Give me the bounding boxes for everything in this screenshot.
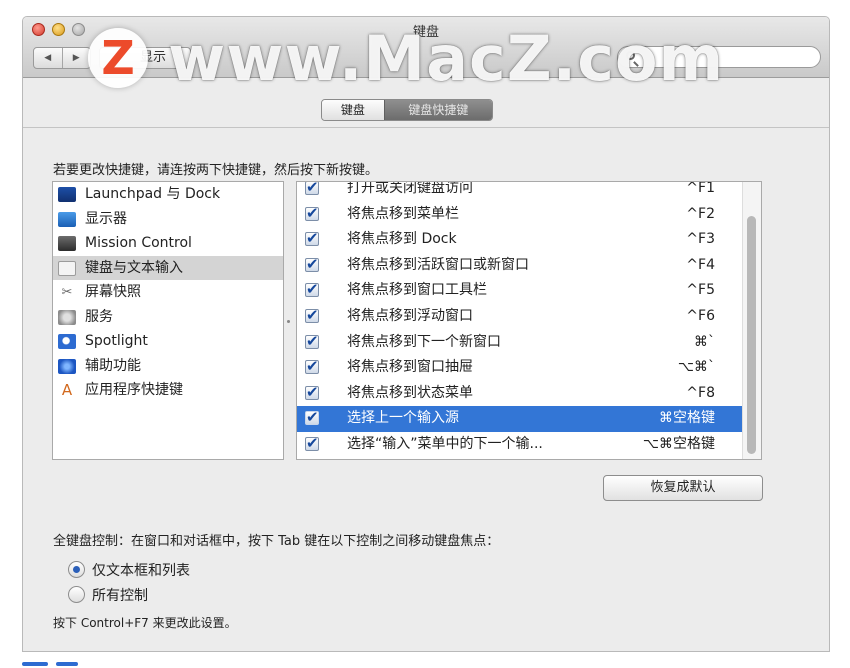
shortcut-checkbox[interactable]	[305, 277, 319, 303]
shortcut-checkbox[interactable]	[305, 329, 319, 354]
services-gear-icon	[58, 309, 76, 325]
restore-defaults-button[interactable]: 恢复成默认	[603, 475, 763, 501]
back-forward-buttons: ◀ ▶	[33, 47, 91, 69]
watermark-text: www.MacZ.com	[168, 22, 725, 95]
shortcut-checkbox[interactable]	[305, 431, 319, 457]
shortcut-label: 将焦点移到 Dock	[347, 231, 457, 248]
shortcut-checkbox[interactable]	[305, 303, 319, 329]
shortcut-key[interactable]: ^F4	[686, 253, 715, 279]
cropped-caption-fragment	[8, 658, 98, 668]
shortcut-row[interactable]: 将焦点移到活跃窗口或新窗口 ^F4	[297, 252, 743, 279]
shortcut-checkbox[interactable]	[305, 354, 319, 380]
shortcut-row[interactable]: 将焦点移到菜单栏 ^F2	[297, 201, 743, 228]
radio-all-controls[interactable]	[68, 586, 85, 603]
back-button[interactable]: ◀	[34, 48, 62, 68]
shortcut-key[interactable]: ^F5	[686, 278, 715, 304]
shortcut-key[interactable]: ⌘空格键	[659, 406, 715, 432]
launchpad-dock-icon	[58, 187, 76, 202]
vertical-scrollbar[interactable]	[742, 182, 761, 459]
shortcut-key[interactable]: ^F1	[686, 182, 715, 202]
shortcut-key[interactable]: ^F6	[686, 304, 715, 330]
shortcut-row[interactable]: 将焦点移到窗口工具栏 ^F5	[297, 277, 743, 304]
shortcut-label: 将焦点移到菜单栏	[347, 205, 459, 222]
category-item-keyboard-text-input[interactable]: 键盘与文本输入	[53, 255, 283, 280]
shortcut-row[interactable]: 将焦点移到窗口抽屉 ⌥⌘`	[297, 354, 743, 381]
category-label: 屏幕快照	[85, 284, 141, 300]
tab-keyboard-shortcuts[interactable]: 键盘快捷键	[383, 100, 492, 120]
shortcut-label: 将焦点移到活跃窗口或新窗口	[347, 256, 529, 273]
shortcut-checkbox[interactable]	[305, 201, 319, 226]
shortcut-key[interactable]: ⌥⌘`	[678, 355, 715, 381]
shortcut-key[interactable]: ^F8	[686, 381, 715, 407]
category-label: Launchpad 与 Dock	[85, 186, 221, 202]
radio-text-boxes-lists[interactable]	[68, 561, 85, 578]
category-item-display[interactable]: 显示器	[53, 207, 283, 232]
shortcut-checkbox[interactable]	[305, 226, 319, 252]
shortcut-label: 将焦点移到下一个新窗口	[347, 333, 501, 350]
category-item-app-shortcuts[interactable]: A 应用程序快捷键	[53, 378, 283, 403]
shortcut-label: 打开或关闭键盘访问	[347, 181, 473, 196]
shortcut-row[interactable]: 将焦点移到浮动窗口 ^F6	[297, 303, 743, 330]
full-keyboard-access-label: 全键盘控制：在窗口和对话框中，按下 Tab 键在以下控制之间移动键盘焦点：	[53, 534, 500, 549]
shortcut-rows: 打开或关闭键盘访问 ^F1 将焦点移到菜单栏 ^F2 将焦点移到 Dock ^F3 将…	[297, 181, 743, 458]
category-item-launchpad-dock[interactable]: Launchpad 与 Dock	[53, 182, 283, 207]
shortcut-label: 将焦点移到状态菜单	[347, 384, 473, 401]
shortcut-row[interactable]: 将焦点移到 Dock ^F3	[297, 226, 743, 253]
scrollbar-thumb[interactable]	[747, 216, 756, 454]
category-item-mission-control[interactable]: Mission Control	[53, 231, 283, 256]
macz-logo-icon: Z	[88, 28, 148, 88]
category-label: 显示器	[85, 210, 127, 227]
shortcut-row[interactable]: 选择“输入”菜单中的下一个输... ⌥⌘空格键	[297, 431, 743, 458]
shortcut-label: 将焦点移到窗口抽屉	[347, 359, 473, 376]
category-label: 应用程序快捷键	[85, 382, 183, 398]
screenshot-icon: ✂	[61, 285, 73, 300]
shortcut-row[interactable]: 打开或关闭键盘访问 ^F1	[297, 181, 743, 202]
shortcut-checkbox[interactable]	[305, 252, 319, 277]
shortcut-label: 将焦点移到浮动窗口	[347, 307, 473, 324]
shortcut-key[interactable]: ⌘`	[694, 330, 715, 356]
keyboard-icon	[58, 260, 76, 276]
app-shortcuts-icon: A	[61, 381, 73, 399]
shortcut-checkbox[interactable]	[305, 405, 319, 431]
category-label: 键盘与文本输入	[85, 259, 183, 276]
spotlight-icon	[58, 334, 76, 349]
shortcut-row[interactable]: 将焦点移到下一个新窗口 ⌘`	[297, 329, 743, 356]
shortcut-list: 打开或关闭键盘访问 ^F1 将焦点移到菜单栏 ^F2 将焦点移到 Dock ^F3 将…	[296, 181, 762, 460]
shortcut-key[interactable]: ⌥⌘空格键	[643, 432, 715, 458]
accessibility-icon	[58, 358, 76, 374]
category-label: Mission Control	[85, 235, 192, 251]
shortcut-row-selected[interactable]: 选择上一个输入源 ⌘空格键	[297, 405, 743, 432]
shortcut-checkbox[interactable]	[305, 182, 319, 201]
logo-letter: Z	[101, 31, 135, 85]
display-icon	[58, 211, 76, 227]
shortcut-label: 选择“输入”菜单中的下一个输...	[347, 435, 543, 452]
shortcut-key[interactable]: ^F3	[686, 227, 715, 253]
mission-control-icon	[58, 236, 76, 251]
category-label: Spotlight	[85, 333, 148, 349]
category-label: 辅助功能	[85, 357, 141, 374]
shortcut-label: 选择上一个输入源	[347, 410, 459, 427]
split-resize-handle[interactable]	[287, 320, 290, 323]
radio-label-text-boxes-lists[interactable]: 仅文本框和列表	[92, 560, 190, 580]
category-label: 服务	[85, 308, 113, 325]
category-item-services[interactable]: 服务	[53, 305, 283, 330]
instruction-text: 若要更改快捷键，请连按两下快捷键，然后按下新按键。	[53, 163, 379, 178]
category-item-accessibility[interactable]: 辅助功能	[53, 354, 283, 379]
shortcut-key[interactable]: ^F2	[686, 202, 715, 228]
shortcut-checkbox[interactable]	[305, 380, 319, 405]
category-item-screenshots[interactable]: ✂ 屏幕快照	[53, 280, 283, 305]
tab-keyboard[interactable]: 键盘	[322, 100, 384, 120]
forward-button[interactable]: ▶	[61, 48, 91, 68]
tab-bar: 键盘 键盘快捷键	[321, 99, 493, 121]
hint-text: 按下 Control+F7 来更改此设置。	[53, 616, 237, 630]
radio-label-all-controls[interactable]: 所有控制	[92, 585, 148, 605]
shortcut-label: 将焦点移到窗口工具栏	[347, 282, 487, 299]
shortcut-row[interactable]: 将焦点移到状态菜单 ^F8	[297, 380, 743, 407]
category-list: Launchpad 与 Dock 显示器 Mission Control 键盘与…	[52, 181, 284, 460]
category-item-spotlight[interactable]: Spotlight	[53, 329, 283, 354]
